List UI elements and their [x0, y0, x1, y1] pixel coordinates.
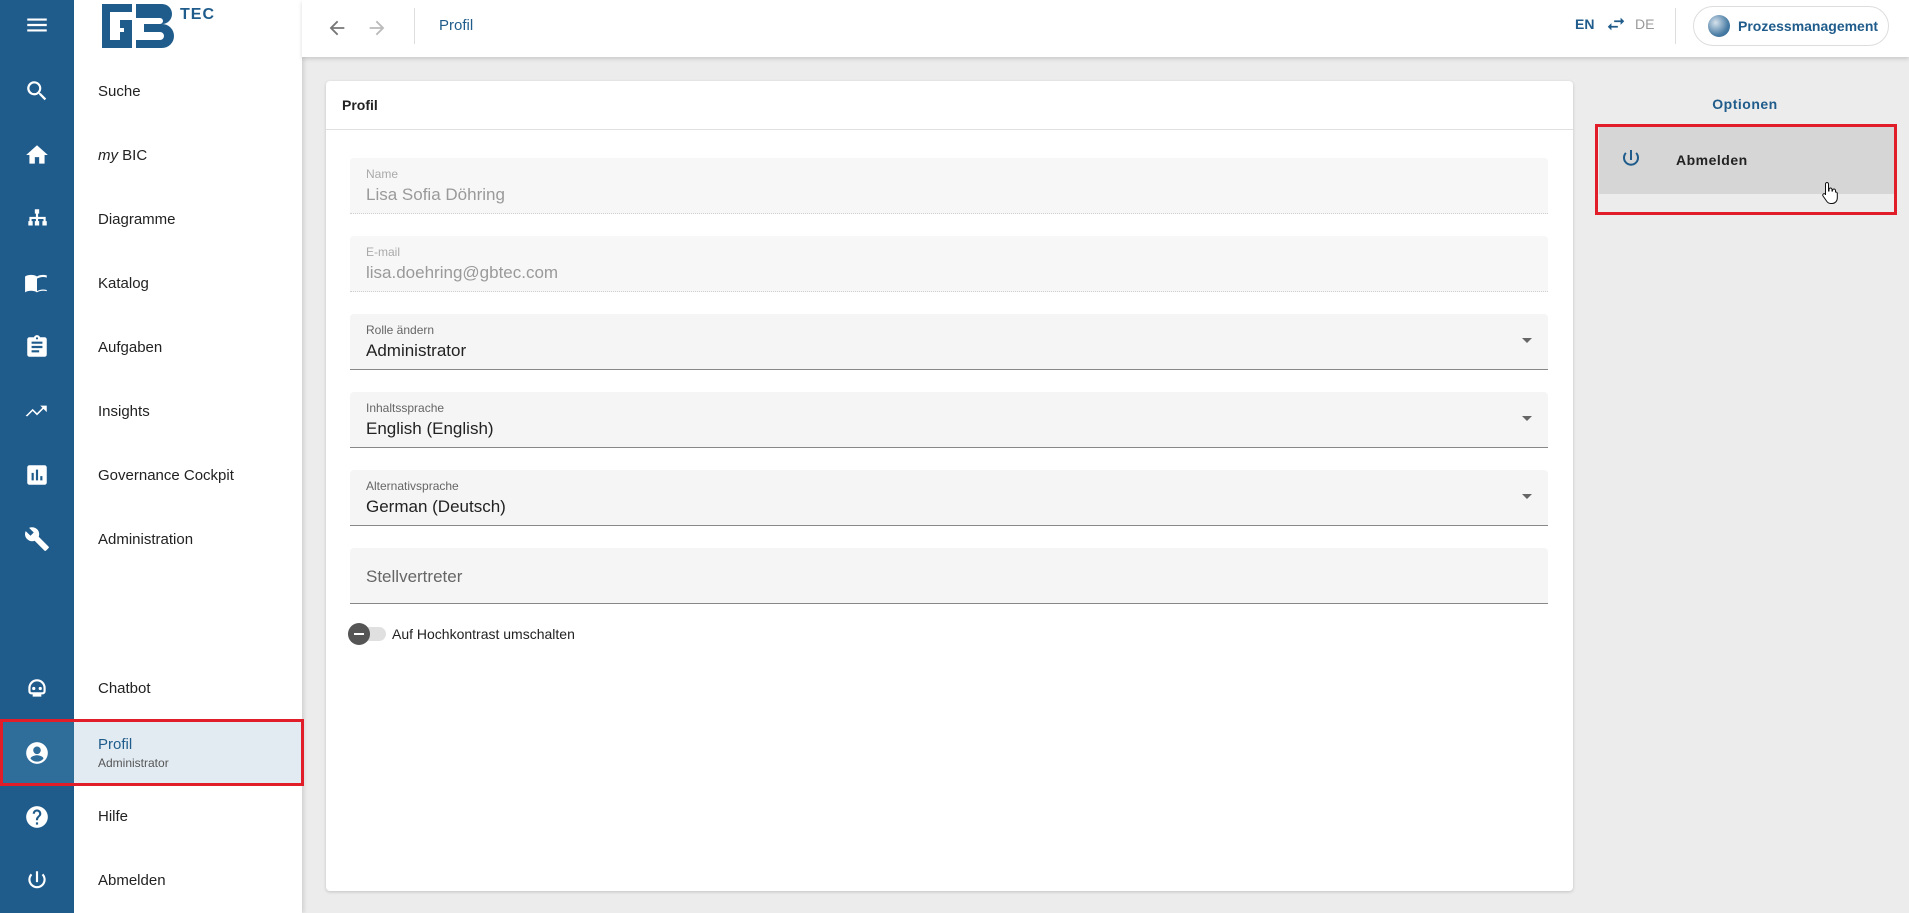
nav-item-label: my BIC — [98, 147, 302, 164]
mybic-suffix: BIC — [118, 146, 148, 164]
gbtec-logo: TEC — [98, 2, 238, 52]
swap-icon[interactable] — [1605, 13, 1627, 35]
book-icon[interactable] — [0, 251, 74, 315]
lang-en[interactable]: EN — [1575, 16, 1594, 32]
chart-icon[interactable] — [0, 443, 74, 507]
nav-item-administration[interactable]: Administration — [74, 507, 302, 571]
toggle-switch[interactable] — [348, 623, 386, 645]
nav-item-diagrams[interactable]: Diagramme — [74, 187, 302, 251]
toggle-label: Auf Hochkontrast umschalten — [392, 626, 575, 642]
nav-item-mybic[interactable]: my BIC — [74, 123, 302, 187]
dropdown-arrow-icon[interactable] — [1522, 338, 1532, 343]
logo-text: TEC — [180, 6, 215, 23]
email-field: E-mail lisa.doehring@gbtec.com — [350, 236, 1548, 292]
top-bar: Profil EN DE Prozessmanagement — [302, 0, 1909, 57]
menu-icon[interactable] — [0, 0, 74, 57]
divider — [1675, 8, 1676, 44]
highlight-box-logout — [1595, 124, 1897, 215]
help-icon[interactable] — [0, 785, 74, 849]
field-label: E-mail — [366, 245, 401, 259]
content-language-select[interactable]: Inhaltssprache English (English) — [350, 392, 1548, 448]
sitemap-icon[interactable] — [0, 187, 74, 251]
clipboard-icon[interactable] — [0, 315, 74, 379]
nav-item-label: Administration — [98, 530, 194, 548]
deputy-input[interactable]: Stellvertreter — [350, 548, 1548, 604]
app-switch-label: Prozessmanagement — [1738, 18, 1879, 34]
nav-item-label: Diagramme — [98, 210, 176, 228]
forward-arrow-icon[interactable] — [362, 13, 392, 43]
nav-item-catalog[interactable]: Katalog — [74, 251, 302, 315]
divider — [326, 129, 1573, 130]
nav-item-label: Chatbot — [98, 679, 151, 697]
mybic-prefix: my — [98, 146, 118, 164]
back-arrow-icon[interactable] — [322, 13, 352, 43]
nav-item-label: Governance Cockpit — [98, 466, 234, 484]
alternative-language-select[interactable]: Alternativsprache German (Deutsch) — [350, 470, 1548, 526]
insights-icon[interactable] — [0, 379, 74, 443]
nav-item-search[interactable]: Suche — [74, 59, 302, 123]
home-icon[interactable] — [0, 123, 74, 187]
nav-item-tasks[interactable]: Aufgaben — [74, 315, 302, 379]
field-value: English (English) — [366, 419, 494, 438]
nav-item-governance[interactable]: Governance Cockpit — [74, 443, 302, 507]
breadcrumb[interactable]: Profil — [439, 17, 473, 34]
chatbot-icon[interactable] — [0, 657, 74, 721]
profile-card: Profil Name Lisa Sofia Döhring E-mail li… — [326, 81, 1573, 891]
nav-item-chatbot[interactable]: Chatbot — [74, 656, 302, 720]
field-value: lisa.doehring@gbtec.com — [366, 263, 559, 282]
nav-item-label: Abmelden — [98, 871, 166, 889]
field-label: Inhaltssprache — [366, 401, 445, 415]
role-select[interactable]: Rolle ändern Administrator — [350, 314, 1548, 370]
highlight-box-profile — [0, 719, 304, 786]
toggle-knob[interactable] — [348, 623, 370, 645]
field-value: German (Deutsch) — [366, 497, 506, 516]
dropdown-arrow-icon[interactable] — [1522, 416, 1532, 421]
options-title: Optionen — [1712, 96, 1778, 112]
nav-item-label: Aufgaben — [98, 338, 163, 356]
field-placeholder: Stellvertreter — [366, 567, 463, 586]
field-value: Lisa Sofia Döhring — [366, 185, 505, 204]
field-label: Name — [366, 167, 399, 181]
app-logo-icon — [1708, 15, 1730, 37]
nav-item-label: Hilfe — [98, 807, 129, 825]
card-title: Profil — [342, 97, 378, 113]
nav-item-help[interactable]: Hilfe — [74, 784, 302, 848]
high-contrast-toggle[interactable]: Auf Hochkontrast umschalten — [348, 623, 575, 645]
field-label: Rolle ändern — [366, 323, 435, 337]
app-switch-button[interactable]: Prozessmanagement — [1693, 6, 1889, 46]
hand-cursor-icon — [1822, 181, 1838, 204]
name-field: Name Lisa Sofia Döhring — [350, 158, 1548, 214]
nav-item-label: Katalog — [98, 274, 149, 292]
lang-de[interactable]: DE — [1635, 16, 1654, 32]
field-label: Alternativsprache — [366, 479, 459, 493]
nav-item-label: Suche — [98, 82, 141, 100]
divider — [414, 8, 415, 44]
search-icon[interactable] — [0, 59, 74, 123]
nav-item-insights[interactable]: Insights — [74, 379, 302, 443]
field-value: Administrator — [366, 341, 467, 360]
nav-item-label: Insights — [98, 402, 150, 420]
nav-item-logout[interactable]: Abmelden — [74, 848, 302, 912]
dropdown-arrow-icon[interactable] — [1522, 494, 1532, 499]
wrench-icon[interactable] — [0, 507, 74, 571]
power-icon[interactable] — [0, 849, 74, 913]
